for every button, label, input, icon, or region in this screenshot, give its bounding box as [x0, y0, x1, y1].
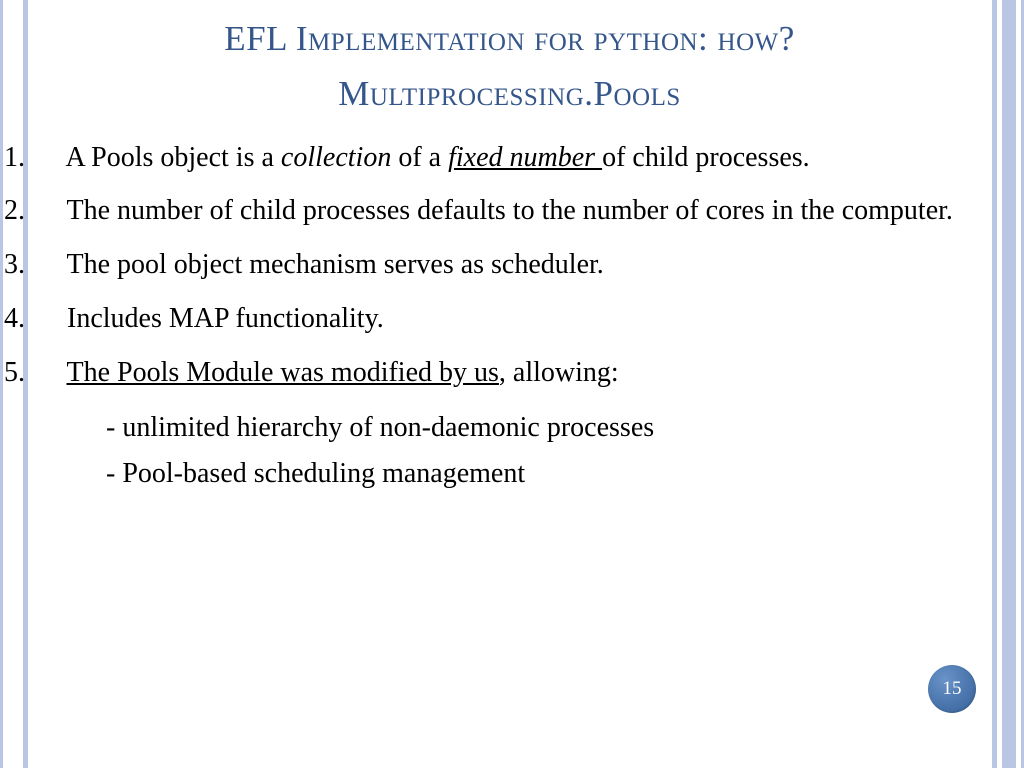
title-line-2: Multiprocessing.Pools: [50, 70, 969, 117]
text: The pool object mechanism serves as sche…: [67, 249, 604, 280]
sub-item: - unlimited hierarchy of non-daemonic pr…: [106, 406, 969, 449]
text-underline: The Pools Module was modified by us: [67, 357, 499, 388]
page-number-badge: 15: [928, 665, 976, 713]
text-italic-underline: fixed number: [448, 142, 602, 173]
bullet-list: 1. A Pools object is a collection of a f…: [50, 138, 969, 393]
text-italic: collection: [281, 142, 391, 173]
page-number: 15: [943, 678, 962, 700]
item-number: 1.: [50, 138, 60, 178]
text: of child processes.: [602, 142, 810, 173]
text: , allowing:: [499, 357, 619, 388]
decor-bar: [0, 0, 3, 768]
item-number: 5.: [50, 353, 60, 393]
text: Includes MAP functionality.: [67, 303, 384, 334]
text: A Pools object is a: [65, 142, 280, 173]
decor-bar: [992, 0, 997, 768]
list-item: 5. The Pools Module was modified by us, …: [50, 353, 969, 393]
slide: EFL Implementation for python: how? Mult…: [0, 0, 1024, 768]
content-area: EFL Implementation for python: how? Mult…: [50, 15, 969, 497]
item-number: 4.: [50, 299, 60, 339]
decor-bar: [1002, 0, 1016, 768]
sub-item: - Pool-based scheduling management: [106, 452, 969, 495]
text: The number of child processes defaults t…: [67, 195, 953, 226]
item-number: 3.: [50, 245, 60, 285]
list-item: 4. Includes MAP functionality.: [50, 299, 969, 339]
sub-list: - unlimited hierarchy of non-daemonic pr…: [50, 406, 969, 495]
item-number: 2.: [50, 191, 60, 231]
title-line-1: EFL Implementation for python: how?: [224, 19, 795, 58]
list-item: 1. A Pools object is a collection of a f…: [50, 138, 969, 178]
list-item: 2. The number of child processes default…: [50, 191, 969, 231]
text: of a: [391, 142, 448, 173]
slide-title: EFL Implementation for python: how? Mult…: [50, 15, 969, 118]
list-item: 3. The pool object mechanism serves as s…: [50, 245, 969, 285]
